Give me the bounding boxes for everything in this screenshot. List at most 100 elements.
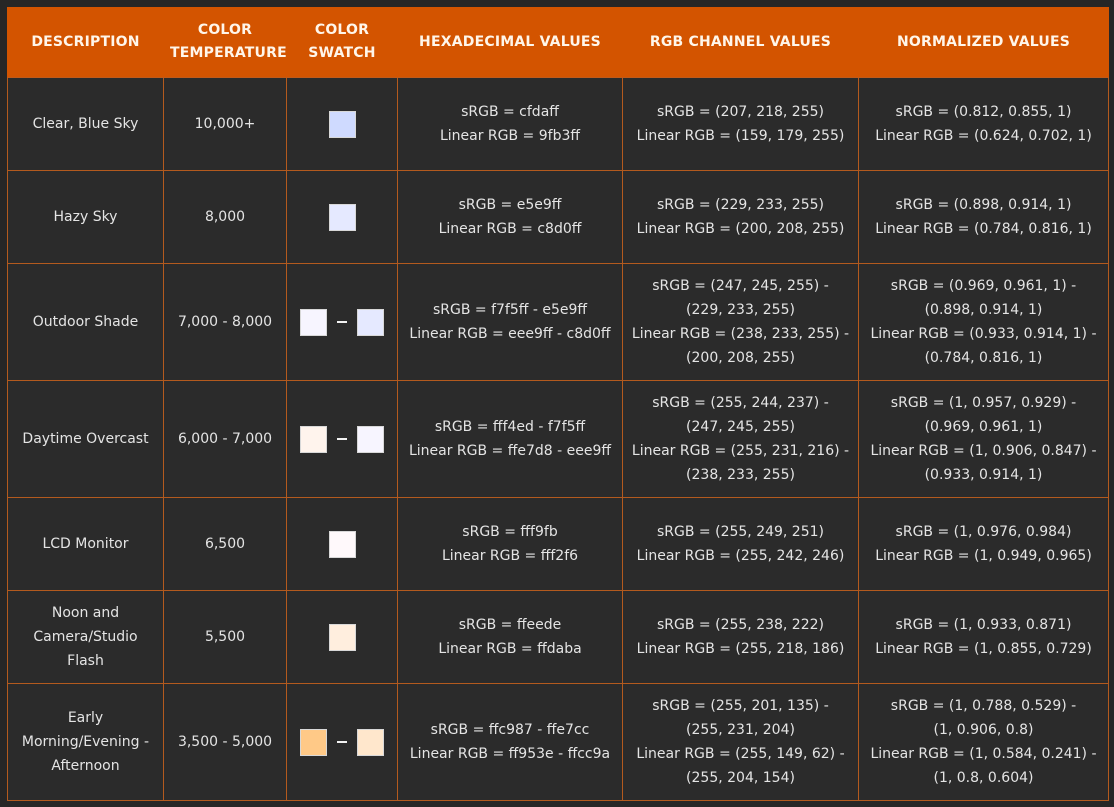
- table-row: Clear, Blue Sky 10,000+ sRGB = cfdaff Linea…: [7, 77, 1109, 171]
- color-swatch: [357, 308, 384, 336]
- rgb-line: sRGB = (255, 238, 222): [657, 617, 824, 633]
- color-swatch: [300, 425, 327, 453]
- color-swatch-cell: [286, 497, 398, 591]
- color-temperature-cell: 10,000+: [163, 77, 287, 171]
- hex-values-cell: sRGB = f7f5ff - e5e9ff Linear RGB = eee9f…: [397, 263, 623, 381]
- hex-line: Linear RGB = eee9ff - c8d0ff: [409, 326, 611, 342]
- normalized-values-cell: sRGB = (0.812, 0.855, 1) Linear RGB = (0.…: [858, 77, 1109, 171]
- normalized-line: Linear RGB = (1, 0.949, 0.965): [875, 548, 1092, 564]
- color-swatch: [357, 425, 384, 453]
- header-normalized-values: NORMALIZED VALUES: [858, 7, 1109, 78]
- normalized-line: (0.784, 0.816, 1): [924, 350, 1043, 366]
- normalized-line: (0.969, 0.961, 1): [924, 419, 1043, 435]
- swatch-group: [291, 203, 393, 231]
- description-cell: Early Morning/Evening - Afternoon: [7, 683, 164, 801]
- rgb-line: Linear RGB = (255, 231, 216) -: [631, 443, 850, 459]
- normalized-line: sRGB = (0.969, 0.961, 1) -: [890, 278, 1077, 294]
- table-body: Clear, Blue Sky 10,000+ sRGB = cfdaff Linea…: [7, 77, 1109, 801]
- rgb-line: sRGB = (255, 244, 237) -: [652, 395, 829, 411]
- rgb-values-cell: sRGB = (255, 249, 251) Linear RGB = (255,…: [622, 497, 859, 591]
- description-line: Noon and: [51, 605, 120, 621]
- description-cell: Outdoor Shade: [7, 263, 164, 381]
- color-temperature-table-container: DESCRIPTION COLOR TEMPERATURE COLOR SWAT…: [7, 7, 1109, 801]
- table-row: Hazy Sky 8,000 sRGB = e5e9ff Linear RGB = c…: [7, 170, 1109, 264]
- normalized-line: Linear RGB = (0.624, 0.702, 1): [875, 128, 1092, 144]
- swatch-group: [291, 425, 393, 453]
- hex-line: Linear RGB = ff953e - ffcc9a: [409, 746, 611, 762]
- color-temperature-table: DESCRIPTION COLOR TEMPERATURE COLOR SWAT…: [7, 7, 1109, 801]
- color-swatch: [300, 728, 327, 756]
- rgb-values-cell: sRGB = (255, 238, 222) Linear RGB = (255,…: [622, 590, 859, 684]
- hex-line: Linear RGB = ffe7d8 - eee9ff: [408, 443, 612, 459]
- hex-values-cell: sRGB = ffc987 - ffe7cc Linear RGB = ff953…: [397, 683, 623, 801]
- description-line: Clear, Blue Sky: [32, 116, 139, 132]
- hex-line: Linear RGB = 9fb3ff: [439, 128, 581, 144]
- description-line: Daytime Overcast: [22, 431, 149, 447]
- header-description: DESCRIPTION: [7, 7, 164, 78]
- normalized-values-cell: sRGB = (0.969, 0.961, 1) - (0.898, 0.914,…: [858, 263, 1109, 381]
- table-row: Daytime Overcast 6,000 - 7,000 sRGB = fff4…: [7, 380, 1109, 498]
- header-color-swatch-line: COLOR: [314, 22, 370, 38]
- hex-line: sRGB = fff9fb: [462, 524, 558, 540]
- hex-line: sRGB = f7f5ff - e5e9ff: [432, 302, 588, 318]
- normalized-line: Linear RGB = (1, 0.906, 0.847) -: [870, 443, 1097, 459]
- color-swatch-cell: [286, 380, 398, 498]
- hex-values-cell: sRGB = fff4ed - f7f5ff Linear RGB = ffe7d…: [397, 380, 623, 498]
- hex-line: Linear RGB = c8d0ff: [438, 221, 582, 237]
- table-row: Outdoor Shade 7,000 - 8,000 sRGB = f7f5ff …: [7, 263, 1109, 381]
- color-temperature-cell: 3,500 - 5,000: [163, 683, 287, 801]
- table-header-row: DESCRIPTION COLOR TEMPERATURE COLOR SWAT…: [7, 7, 1109, 78]
- normalized-values-cell: sRGB = (1, 0.788, 0.529) - (1, 0.906, 0.8…: [858, 683, 1109, 801]
- swatch-group: [291, 728, 393, 756]
- normalized-line: Linear RGB = (0.933, 0.914, 1) -: [870, 326, 1097, 342]
- color-swatch: [357, 728, 384, 756]
- rgb-line: Linear RGB = (255, 242, 246): [636, 548, 845, 564]
- header-color-temperature: COLOR TEMPERATURE: [163, 7, 287, 78]
- rgb-line: (255, 231, 204): [686, 722, 795, 738]
- range-dash: [337, 321, 347, 323]
- normalized-line: (0.933, 0.914, 1): [924, 467, 1043, 483]
- header-hexadecimal-values: HEXADECIMAL VALUES: [397, 7, 623, 78]
- rgb-line: (229, 233, 255): [686, 302, 795, 318]
- rgb-line: Linear RGB = (238, 233, 255) -: [631, 326, 850, 342]
- rgb-line: sRGB = (255, 201, 135) -: [652, 698, 829, 714]
- color-temperature-cell: 8,000: [163, 170, 287, 264]
- rgb-line: (200, 208, 255): [686, 350, 795, 366]
- color-swatch-cell: [286, 263, 398, 381]
- header-rgb-channel-values: RGB CHANNEL VALUES: [622, 7, 859, 78]
- normalized-line: (0.898, 0.914, 1): [924, 302, 1043, 318]
- normalized-line: Linear RGB = (1, 0.584, 0.241) -: [870, 746, 1097, 762]
- color-swatch: [328, 110, 356, 138]
- description-line: Early: [67, 710, 104, 726]
- color-swatch: [300, 308, 327, 336]
- rgb-line: sRGB = (255, 249, 251): [657, 524, 824, 540]
- swatch-group: [291, 530, 393, 558]
- normalized-values-cell: sRGB = (1, 0.933, 0.871) Linear RGB = (1,…: [858, 590, 1109, 684]
- rgb-line: Linear RGB = (200, 208, 255): [636, 221, 845, 237]
- hex-values-cell: sRGB = cfdaff Linear RGB = 9fb3ff: [397, 77, 623, 171]
- rgb-line: Linear RGB = (255, 149, 62) -: [636, 746, 845, 762]
- description-line: Morning/Evening -: [21, 734, 150, 750]
- hex-line: Linear RGB = ffdaba: [438, 641, 582, 657]
- rgb-line: (238, 233, 255): [686, 467, 795, 483]
- rgb-line: Linear RGB = (255, 218, 186): [636, 641, 845, 657]
- normalized-values-cell: sRGB = (1, 0.976, 0.984) Linear RGB = (1,…: [858, 497, 1109, 591]
- normalized-line: sRGB = (0.812, 0.855, 1): [895, 104, 1072, 120]
- normalized-line: (1, 0.8, 0.604): [933, 770, 1034, 786]
- hex-line: sRGB = ffc987 - ffe7cc: [430, 722, 590, 738]
- rgb-line: Linear RGB = (159, 179, 255): [636, 128, 845, 144]
- range-dash: [337, 438, 347, 440]
- color-temperature-cell: 6,500: [163, 497, 287, 591]
- rgb-values-cell: sRGB = (255, 244, 237) - (247, 245, 255) L…: [622, 380, 859, 498]
- rgb-line: sRGB = (247, 245, 255) -: [652, 278, 829, 294]
- description-cell: Hazy Sky: [7, 170, 164, 264]
- rgb-values-cell: sRGB = (207, 218, 255) Linear RGB = (159,…: [622, 77, 859, 171]
- hex-values-cell: sRGB = ffeede Linear RGB = ffdaba: [397, 590, 623, 684]
- header-color-swatch: COLOR SWATCH: [286, 7, 398, 78]
- header-color-temperature-line: TEMPERATURE: [170, 45, 287, 61]
- description-line: Camera/Studio: [33, 629, 138, 645]
- description-cell: Clear, Blue Sky: [7, 77, 164, 171]
- color-swatch-cell: [286, 683, 398, 801]
- color-swatch-cell: [286, 77, 398, 171]
- normalized-line: sRGB = (1, 0.788, 0.529) -: [890, 698, 1077, 714]
